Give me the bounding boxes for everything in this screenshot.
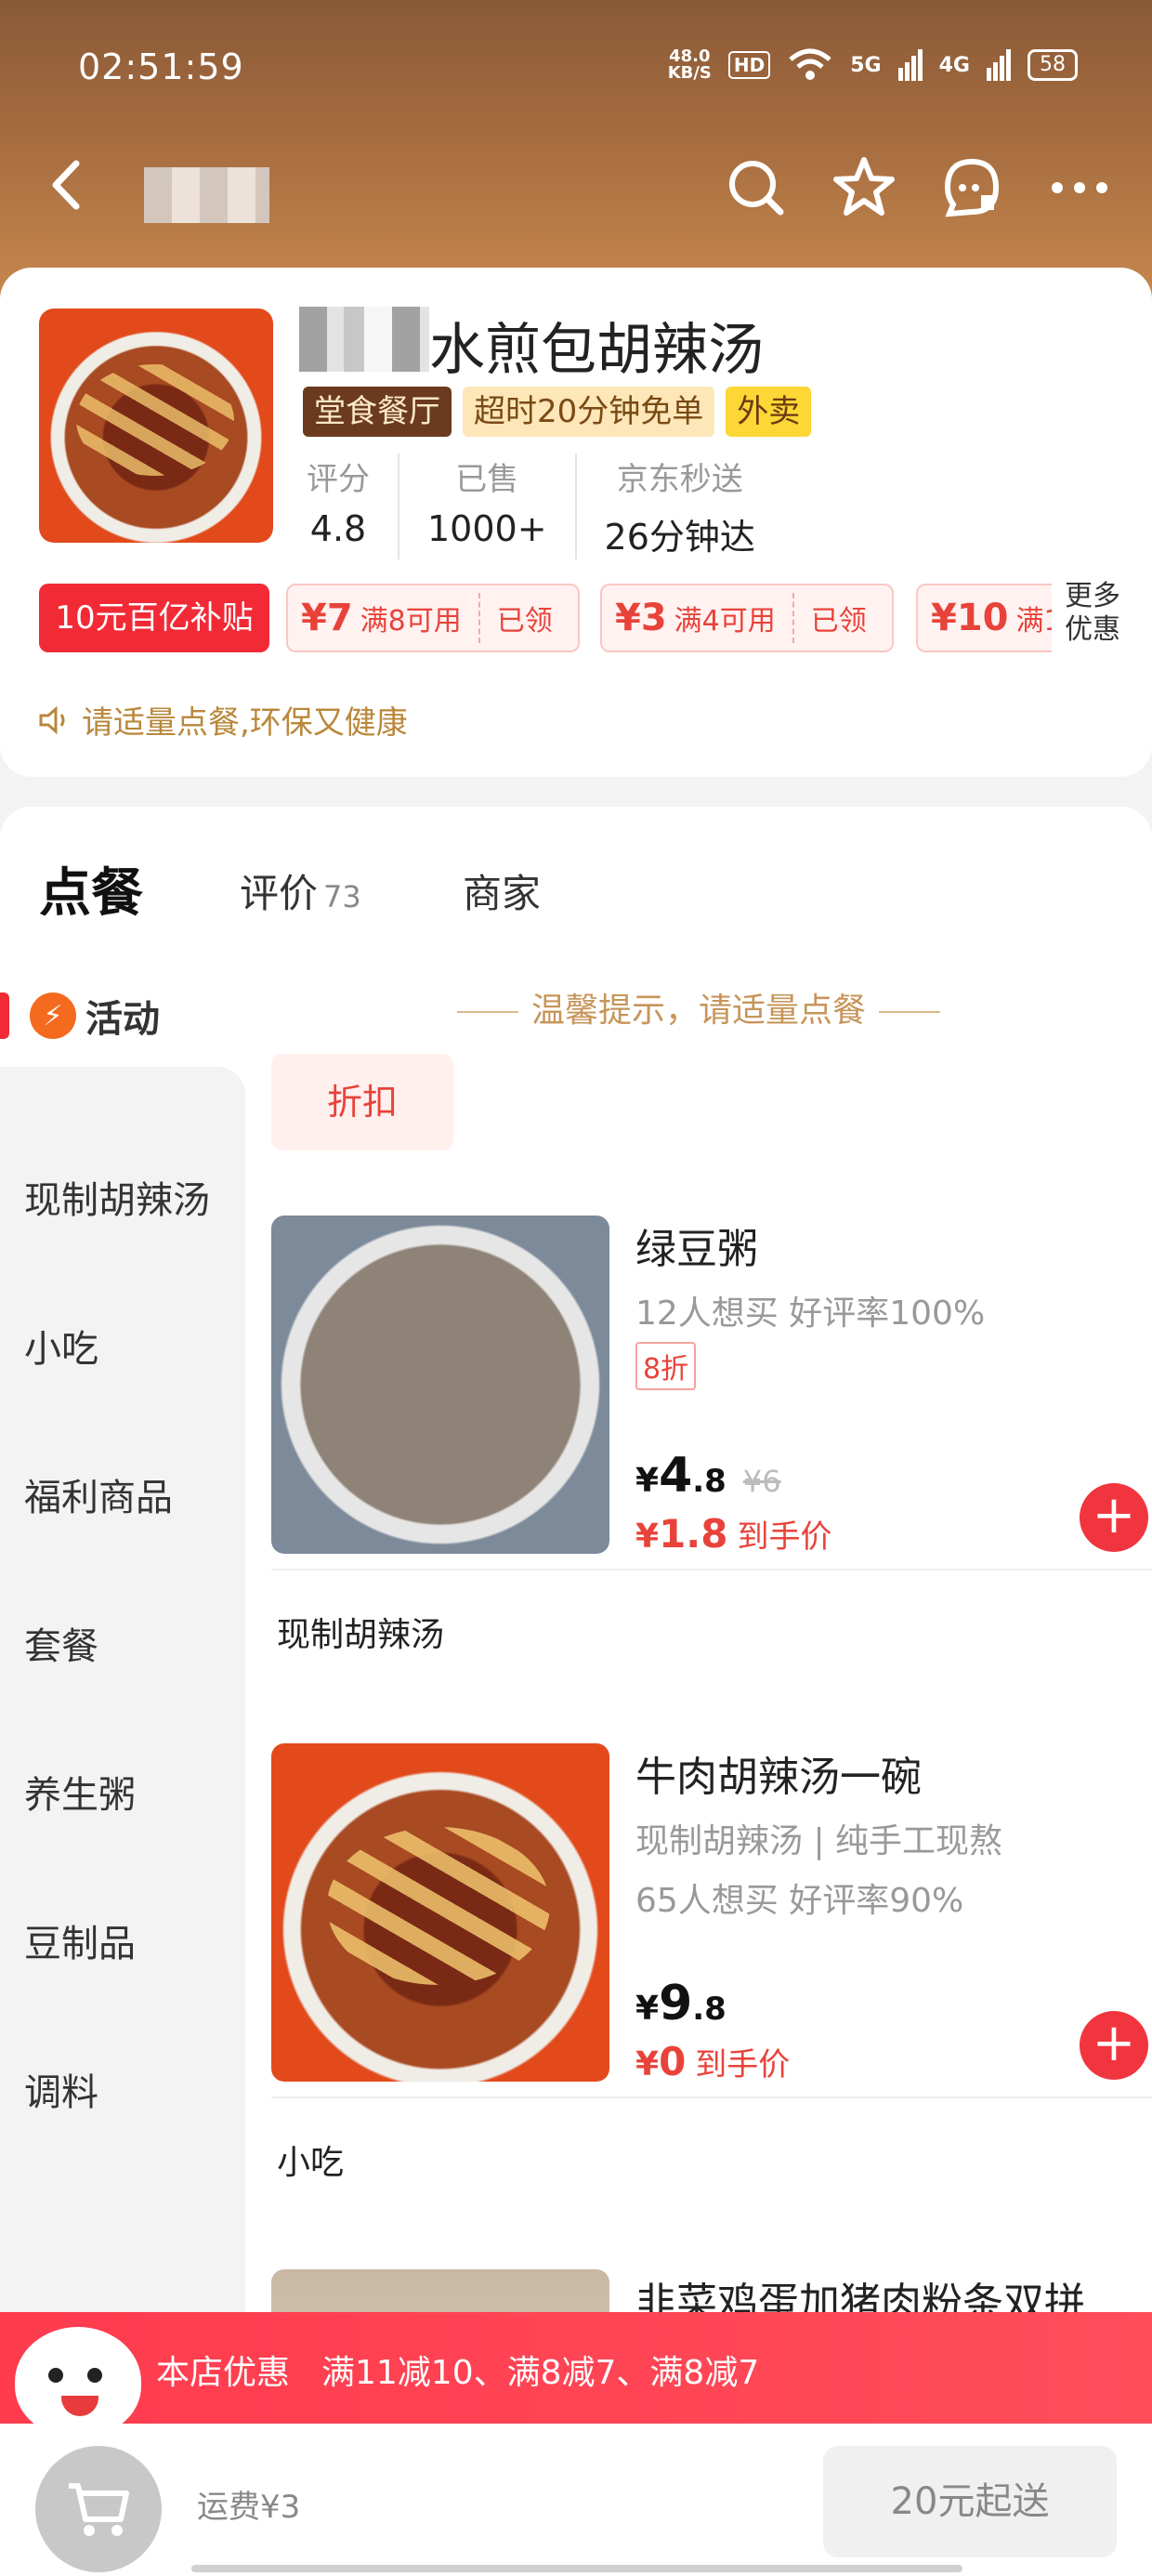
item-image (271, 2269, 609, 2312)
wifi-icon (789, 48, 831, 80)
more-deals-link[interactable]: 更多 优惠 › (1052, 580, 1152, 658)
delivery-fee: 运费¥3 (197, 2489, 301, 2526)
item-name: 牛肉胡辣汤一碗 (635, 1754, 922, 1801)
store-stats: 评分 4.8 已售 1000+ 京东秒送 26分钟达 (279, 453, 783, 559)
store-name-blurred (299, 307, 429, 372)
signal-5g-icon: 5G (850, 53, 882, 77)
section-title: 现制胡辣汤 (277, 1616, 445, 1654)
back-arrow-icon[interactable] (41, 152, 97, 217)
signal-4g-icon: 4G (938, 53, 970, 77)
stat-rating: 评分 4.8 (279, 453, 399, 559)
sidebar-item-hulatang[interactable]: 现制胡辣汤 (0, 1123, 245, 1271)
item-image (271, 1743, 609, 2082)
cart-button[interactable] (35, 2446, 162, 2572)
item-name: 韭菜鸡蛋加猪肉粉条双拼 (635, 2280, 1085, 2312)
order-tip: 温馨提示，请适量点餐 (245, 983, 1152, 1032)
sidebar-item-snacks[interactable]: 小吃 (0, 1271, 245, 1420)
discount-badge: 8折 (635, 1342, 697, 1390)
home-indicator (191, 2565, 962, 2572)
net-speed: 48.0 KB/S (667, 46, 712, 83)
sidebar-item-welfare[interactable]: 福利商品 (0, 1420, 245, 1569)
discount-filter-chip[interactable]: 折扣 (271, 1054, 453, 1150)
category-sidebar: ⚡ 活动 现制胡辣汤 小吃 福利商品 套餐 养生粥 豆制品 调料 (0, 965, 245, 2312)
lightning-icon: ⚡ (30, 992, 76, 1039)
item-price: ¥9.8 (635, 1976, 727, 2031)
sidebar-item-porridge[interactable]: 养生粥 (0, 1717, 245, 1866)
signal-bars-icon-2 (987, 49, 1011, 81)
item-name: 绿豆粥 (635, 1226, 758, 1273)
status-bar: 02:51:59 48.0 KB/S HD 5G 4G 58 (0, 37, 1152, 102)
tab-bar: 点餐 评价 73 商家 (0, 844, 1152, 937)
cart-footer: 运费¥3 20元起送 (0, 2424, 1152, 2576)
hd-icon: HD (727, 51, 771, 79)
store-info-card: 水煎包胡辣汤 堂食餐厅 超时20分钟免单 外卖 评分 4.8 已售 1000+ … (0, 268, 1152, 777)
coupon-row: 10元百亿补贴 ¥7 满8可用 已领 ¥3 满4可用 已领 ¥10 满1 更多 … (39, 580, 1152, 658)
cart-icon (69, 2483, 129, 2536)
item-meta: 12人想买 好评率100% (635, 1295, 986, 1333)
item-meta: 65人想买 好评率90% (635, 1882, 964, 1920)
sidebar-item-combo[interactable]: 套餐 (0, 1569, 245, 1717)
add-to-cart-button[interactable]: + (1080, 1483, 1148, 1552)
promo-label: 本店优惠 (156, 2354, 291, 2392)
menu-item[interactable]: 绿豆粥 12人想买 好评率100% 8折 ¥4.8 ¥6 ¥1.8 到手价 + (271, 1216, 1152, 1559)
customer-service-icon[interactable] (936, 152, 1007, 223)
store-image (39, 309, 273, 543)
tag-dine-in: 堂食餐厅 (303, 387, 452, 437)
nav-bar (0, 149, 1152, 223)
min-order-button[interactable]: 20元起送 (823, 2446, 1117, 2557)
final-price: ¥1.8 到手价 (635, 1511, 832, 1557)
store-title-blurred (144, 167, 269, 223)
status-time: 02:51:59 (78, 46, 244, 87)
menu-item[interactable]: 牛肉胡辣汤一碗 现制胡辣汤 | 纯手工现熬 65人想买 好评率90% ¥9.8 … (271, 1743, 1152, 2087)
add-to-cart-button[interactable]: + (1080, 2011, 1148, 2080)
tag-late-free: 超时20分钟免单 (463, 387, 715, 437)
section-title: 小吃 (277, 2144, 345, 2182)
item-price: ¥4.8 ¥6 (635, 1448, 781, 1504)
item-desc: 现制胡辣汤 | 纯手工现熬 (635, 1822, 1003, 1860)
coupon-card[interactable]: ¥3 满4可用 已领 (600, 584, 894, 652)
tab-order[interactable]: 点餐 (39, 851, 151, 927)
store-notice: 请适量点餐,环保又健康 (39, 697, 408, 743)
store-name: 水煎包胡辣汤 (429, 318, 764, 383)
sidebar-item-activity[interactable]: ⚡ 活动 (0, 965, 245, 1067)
nav-actions (721, 152, 1115, 223)
signal-bars-icon (897, 49, 923, 81)
tag-takeout: 外卖 (726, 387, 812, 437)
subsidy-badge[interactable]: 10元百亿补贴 (39, 584, 269, 652)
speaker-icon (39, 705, 65, 734)
menu-content: 温馨提示，请适量点餐 折扣 绿豆粥 12人想买 好评率100% 8折 ¥4.8 ¥… (245, 965, 1152, 2312)
final-price: ¥0 到手价 (635, 2039, 791, 2084)
stat-delivery: 京东秒送 26分钟达 (604, 461, 755, 558)
coupon-card[interactable]: ¥10 满1 (916, 584, 1065, 652)
menu-card: 点餐 评价 73 商家 ⚡ 活动 现制胡辣汤 小吃 福利商品 套餐 养生粥 豆制品… (0, 807, 1152, 2312)
promo-text: 满11减10、满8减7、满8减7 (321, 2354, 760, 2392)
tab-reviews[interactable]: 评价 73 (240, 862, 361, 919)
sidebar-item-tofu[interactable]: 豆制品 (0, 1866, 245, 2015)
mascot-icon (15, 2327, 141, 2437)
sidebar-item-seasoning[interactable]: 调料 (0, 2015, 245, 2163)
item-image (271, 1216, 609, 1554)
battery-icon: 58 (1028, 49, 1078, 81)
store-tags: 堂食餐厅 超时20分钟免单 外卖 (303, 387, 812, 437)
store-promo-bar[interactable]: 本店优惠 满11减10、满8减7、满8减7 (0, 2312, 1152, 2437)
tab-merchant[interactable]: 商家 (463, 862, 541, 919)
more-icon[interactable] (1044, 152, 1115, 223)
stat-sold: 已售 1000+ (399, 453, 577, 559)
menu-item[interactable]: 韭菜鸡蛋加猪肉粉条双拼 (271, 2269, 1152, 2312)
original-price: ¥6 (742, 1464, 781, 1499)
status-icons: 48.0 KB/S HD 5G 4G 58 (668, 48, 1078, 82)
coupon-card[interactable]: ¥7 满8可用 已领 (286, 584, 580, 652)
star-icon[interactable] (829, 152, 899, 223)
search-icon[interactable] (721, 152, 792, 223)
